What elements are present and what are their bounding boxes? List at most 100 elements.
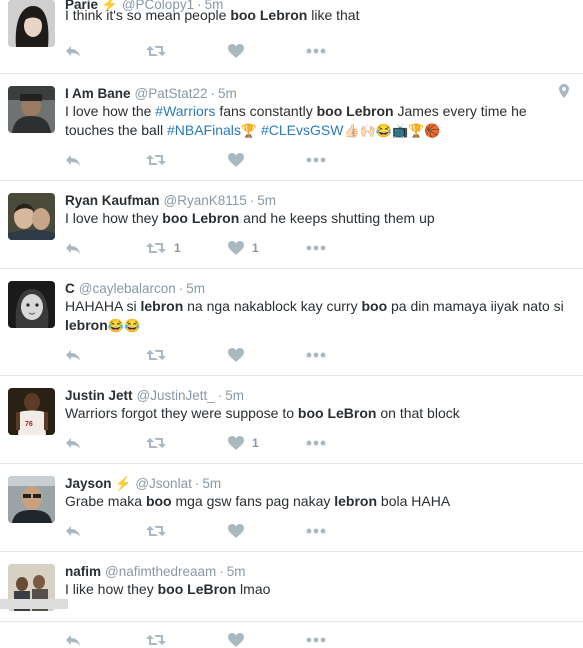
separator-dot: ·	[178, 281, 184, 296]
tweet-timestamp[interactable]: 5m	[202, 476, 221, 491]
user-handle[interactable]: @JustinJett_	[137, 388, 215, 403]
text-run: I love how the	[65, 103, 156, 119]
tweet-timestamp[interactable]: 5m	[186, 281, 205, 296]
retweet-button[interactable]: 1	[146, 240, 181, 256]
more-options-button[interactable]	[306, 240, 326, 256]
more-options-button[interactable]	[306, 632, 326, 648]
location-pin-icon[interactable]	[559, 84, 569, 103]
like-count: 1	[252, 241, 259, 255]
more-options-button[interactable]	[306, 43, 326, 59]
avatar[interactable]	[8, 281, 55, 328]
reply-button[interactable]	[65, 632, 81, 648]
user-name[interactable]: nafim	[65, 564, 101, 579]
highlighted-term: boo	[145, 493, 172, 509]
reply-button[interactable]	[65, 240, 81, 256]
reply-icon	[66, 155, 80, 166]
tweet-feed: Parie ⚡ @PColopy1 · 5m I think it's so mean p…	[0, 0, 583, 647]
text-run: mga gsw fans pag nakay	[171, 493, 335, 509]
text-run: Grabe maka	[65, 493, 146, 509]
reply-button[interactable]	[65, 152, 81, 168]
tweet-header: Justin Jett @JustinJett_ · 5m	[65, 387, 244, 404]
retweet-button[interactable]	[146, 435, 166, 451]
svg-text:76: 76	[25, 421, 33, 428]
avatar[interactable]: 76	[8, 388, 55, 435]
tweet-header: Jayson ⚡ @Jsonlat · 5m	[65, 475, 221, 492]
text-run: bola HAHA	[377, 493, 451, 509]
horizontal-scrollbar[interactable]	[0, 599, 68, 609]
user-handle[interactable]: @PatStat22	[135, 86, 208, 101]
more-options-button[interactable]	[306, 152, 326, 168]
tweet-item[interactable]: I Am Bane @PatStat22 · 5m I love how the #Wa…	[0, 74, 583, 181]
tweet-timestamp[interactable]: 5m	[227, 564, 246, 579]
emoji-run: 👍🏻🙌🏻😂📺🏆🏀	[343, 123, 441, 138]
highlighted-term: boo Lebron	[162, 210, 240, 226]
highlighted-term: lebron	[334, 493, 378, 509]
more-options-button[interactable]	[306, 523, 326, 539]
text-run: pa din mamaya iiyak nato si	[387, 298, 564, 314]
tweet-timestamp[interactable]: 5m	[218, 86, 237, 101]
separator-dot: ·	[210, 86, 216, 101]
hashtag-link[interactable]: #Warriors	[155, 103, 215, 119]
tweet-text: HAHAHA si lebron na nga nakablock kay cu…	[65, 297, 570, 335]
retweet-button[interactable]	[146, 523, 166, 539]
tweet-item[interactable]: Parie ⚡ @PColopy1 · 5m I think it's so mean p…	[0, 0, 583, 74]
tweet-item[interactable]: nafim @nafimthedreaam · 5m I like how they b…	[0, 552, 583, 647]
reply-icon	[66, 46, 80, 57]
tweet-item[interactable]: C @caylebalarcon · 5m HAHAHA si lebron na ng…	[0, 269, 583, 376]
tweet-text: I think it's so mean people boo Lebron l…	[65, 6, 570, 25]
retweet-button[interactable]	[146, 632, 166, 648]
tweet-text: I love how the #Warriors fans constantly…	[65, 102, 570, 140]
avatar[interactable]	[8, 0, 55, 47]
reply-button[interactable]	[65, 347, 81, 363]
like-button[interactable]: 1	[228, 435, 259, 451]
reply-icon	[66, 438, 80, 449]
reply-button[interactable]	[65, 523, 81, 539]
user-name[interactable]: Ryan Kaufman	[65, 193, 160, 208]
user-name[interactable]: I Am Bane	[65, 86, 131, 101]
more-options-button[interactable]	[306, 435, 326, 451]
user-name[interactable]: Jayson	[65, 476, 112, 491]
avatar[interactable]	[8, 86, 55, 133]
tweet-header: Ryan Kaufman @RyanK8115 · 5m	[65, 192, 276, 209]
hashtag-link[interactable]: #CLEvsGSW	[261, 122, 343, 138]
like-button[interactable]: 1	[228, 240, 259, 256]
user-handle[interactable]: @Jsonlat	[135, 476, 191, 491]
tweet-header: nafim @nafimthedreaam · 5m	[65, 563, 246, 580]
avatar[interactable]	[8, 193, 55, 240]
separator-dot: ·	[194, 476, 200, 491]
retweet-button[interactable]	[146, 152, 166, 168]
text-run: and he keeps shutting them up	[239, 210, 435, 226]
tweet-item[interactable]: 76 Justin Jett @JustinJett_ · 5m Warriors for…	[0, 376, 583, 464]
retweet-count: 1	[174, 241, 181, 255]
avatar[interactable]	[8, 476, 55, 523]
text-run: lmao	[236, 581, 271, 597]
user-handle[interactable]: @caylebalarcon	[79, 281, 176, 296]
hashtag-link[interactable]: #NBAFinals	[167, 122, 241, 138]
user-handle[interactable]: @RyanK8115	[164, 193, 247, 208]
tweet-timestamp[interactable]: 5m	[225, 388, 244, 403]
tweet-text: I love how they boo Lebron and he keeps …	[65, 209, 570, 228]
retweet-button[interactable]	[146, 43, 166, 59]
tweet-item[interactable]: Jayson ⚡ @Jsonlat · 5m Grabe maka boo mga gsw…	[0, 464, 583, 552]
like-button[interactable]	[228, 152, 244, 168]
more-options-button[interactable]	[306, 347, 326, 363]
like-button[interactable]	[228, 523, 244, 539]
text-run: na nga nakablock kay curry	[183, 298, 362, 314]
retweet-button[interactable]	[146, 347, 166, 363]
user-name[interactable]: Justin Jett	[65, 388, 133, 403]
like-button[interactable]	[228, 43, 244, 59]
emoji-run: 😂😂	[107, 318, 141, 333]
text-run: fans constantly	[215, 103, 317, 119]
user-handle[interactable]: @nafimthedreaam	[105, 564, 216, 579]
reply-button[interactable]	[65, 435, 81, 451]
like-button[interactable]	[228, 632, 244, 648]
like-button[interactable]	[228, 347, 244, 363]
user-name[interactable]: C	[65, 281, 75, 296]
text-run: I love how they	[65, 210, 163, 226]
text-run: on that block	[376, 405, 460, 421]
tweet-item[interactable]: Ryan Kaufman @RyanK8115 · 5m I love how they…	[0, 181, 583, 269]
tweet-timestamp[interactable]: 5m	[257, 193, 276, 208]
tweet-header: I Am Bane @PatStat22 · 5m	[65, 85, 237, 102]
reply-button[interactable]	[65, 43, 81, 59]
tweet-header: C @caylebalarcon · 5m	[65, 280, 205, 297]
